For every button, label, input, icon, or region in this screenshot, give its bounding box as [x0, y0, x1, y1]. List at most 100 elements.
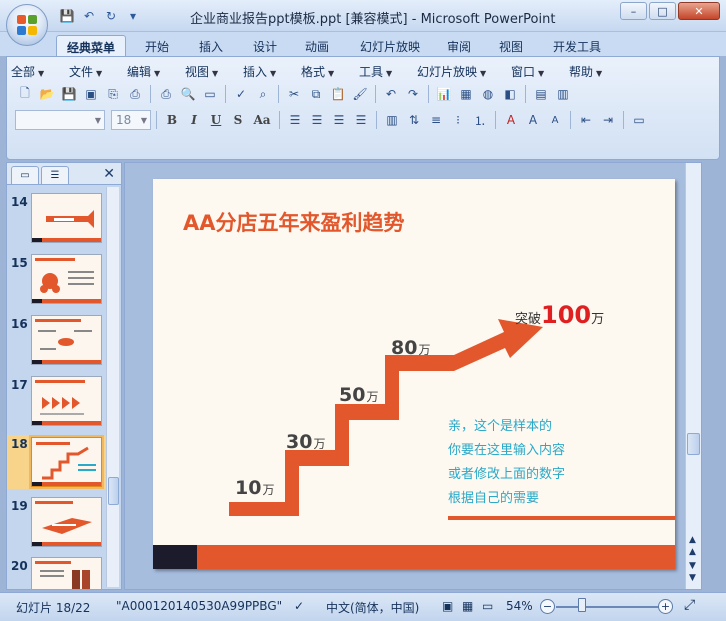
scrollbar-thumb[interactable] [687, 433, 700, 455]
attach-icon[interactable]: ⎙ [125, 84, 145, 104]
slide-thumbnail[interactable]: 16 [7, 315, 107, 371]
spelling-icon[interactable]: ✓ [231, 84, 251, 104]
text-direction-icon[interactable]: ⇅ [404, 110, 424, 130]
print-icon[interactable]: ⎙ [156, 84, 176, 104]
save-icon[interactable]: 💾 [58, 7, 76, 25]
tab-insert[interactable]: 插入 [190, 35, 232, 56]
slide-thumbnail[interactable]: 20 [7, 557, 107, 589]
font-color-icon[interactable]: A [501, 110, 521, 130]
table-icon[interactable]: ▦ [456, 84, 476, 104]
tab-developer[interactable]: 开发工具 [544, 35, 610, 56]
tab-slides[interactable]: ▭ [11, 166, 39, 184]
previous-slide-icon[interactable]: ▲ [689, 535, 696, 545]
redo-icon[interactable]: ↷ [403, 84, 423, 104]
slide-sorter-icon[interactable]: ▦ [462, 599, 473, 613]
new-slide-icon[interactable]: ▤ [531, 84, 551, 104]
scrollbar-thumb[interactable] [108, 477, 119, 505]
print-preview-icon[interactable]: 🔍 [178, 84, 198, 104]
menu-slideshow[interactable]: 幻灯片放映 ▼ [417, 63, 511, 81]
slide-thumbnail[interactable]: 19 [7, 497, 107, 553]
grow-font-icon[interactable]: A [523, 110, 543, 130]
shrink-font-icon[interactable]: A [545, 110, 565, 130]
next-slide-icon[interactable]: ▼ [689, 561, 696, 571]
restore-button[interactable]: □ [649, 2, 676, 20]
columns-icon[interactable]: ▥ [382, 110, 402, 130]
sample-text-line[interactable]: 你要在这里输入内容 [448, 439, 565, 458]
staircase-arrow-graphic[interactable] [153, 179, 675, 569]
tab-animation[interactable]: 动画 [296, 35, 338, 56]
sample-text-line[interactable]: 亲，这个是样本的 [448, 415, 552, 434]
italic-button[interactable]: I [184, 110, 204, 130]
redo-icon[interactable]: ↻ [102, 7, 120, 25]
design-icon[interactable]: ▭ [629, 110, 649, 130]
tab-outline[interactable]: ☰ [41, 166, 69, 184]
increase-indent-icon[interactable]: ⇥ [598, 110, 618, 130]
tab-home[interactable]: 开始 [136, 35, 178, 56]
menu-edit[interactable]: 编辑 ▼ [127, 63, 185, 81]
zoom-out-button[interactable]: − [540, 599, 555, 614]
change-case-button[interactable]: Aa [250, 110, 274, 130]
office-button[interactable] [6, 4, 48, 46]
align-right-icon[interactable]: ☰ [329, 110, 349, 130]
color-grayscale-icon[interactable]: ◧ [500, 84, 520, 104]
menu-insert[interactable]: 插入 ▼ [243, 63, 301, 81]
menu-tools[interactable]: 工具 ▼ [359, 63, 417, 81]
sample-text-line[interactable]: 根据自己的需要 [448, 487, 539, 506]
menu-help[interactable]: 帮助 ▼ [569, 63, 627, 81]
menu-file[interactable]: 文件 ▼ [69, 63, 127, 81]
slide-layout-icon[interactable]: ▥ [553, 84, 573, 104]
font-name-combo[interactable]: ▼ [15, 110, 105, 130]
save-icon[interactable]: 💾 [59, 84, 79, 104]
align-left-icon[interactable]: ☰ [285, 110, 305, 130]
justify-icon[interactable]: ☰ [351, 110, 371, 130]
zoom-level[interactable]: 54% [506, 599, 533, 613]
sample-text-line[interactable]: 或者修改上面的数字 [448, 463, 565, 482]
zoom-in-button[interactable]: + [658, 599, 673, 614]
slideshow-view-icon[interactable]: ▭ [482, 599, 493, 613]
slide-thumbnail[interactable]: 17 [7, 376, 107, 432]
new-file-icon[interactable]: 🗋 [15, 84, 35, 104]
font-size-combo[interactable]: 18 ▼ [111, 110, 151, 130]
customize-qat-icon[interactable]: ▾ [124, 7, 142, 25]
bullets-icon[interactable]: ⁝ [448, 110, 468, 130]
current-slide[interactable]: AA分店五年来盈利趋势 10万 30万 50万 80万 突破100万 亲，这个是… [153, 179, 675, 569]
slide-thumbnail-selected[interactable]: 18 [7, 435, 107, 489]
format-painter-icon[interactable]: 🖌 [350, 84, 370, 104]
line-spacing-icon[interactable]: ≡ [426, 110, 446, 130]
globe-icon[interactable]: ◍ [478, 84, 498, 104]
next-slide-icon-2[interactable]: ▼ [689, 573, 696, 583]
menu-view[interactable]: 视图 ▼ [185, 63, 243, 81]
paste-icon[interactable]: 📋 [328, 84, 348, 104]
fit-to-window-icon[interactable]: ⤢ [684, 597, 695, 613]
underline-button[interactable]: U [206, 110, 226, 130]
minimize-button[interactable]: – [620, 2, 647, 20]
numbering-icon[interactable]: ⒈ [470, 110, 490, 130]
undo-icon[interactable]: ↶ [80, 7, 98, 25]
chart-icon[interactable]: 📊 [434, 84, 454, 104]
copy-icon[interactable]: ⧉ [306, 84, 326, 104]
previous-slide-icon-2[interactable]: ▲ [689, 547, 696, 557]
zoom-slider[interactable] [556, 606, 660, 608]
save-as-pdf-icon[interactable]: ⎘ [103, 84, 123, 104]
vertical-scrollbar[interactable]: ▲ ▲ ▼ ▼ [685, 163, 701, 589]
align-center-icon[interactable]: ☰ [307, 110, 327, 130]
slides-panel-scrollbar[interactable] [106, 187, 119, 587]
slide-thumbnail[interactable]: 14 [7, 193, 107, 249]
close-icon[interactable]: ✕ [103, 166, 115, 182]
menu-all[interactable]: 全部 ▼ [11, 63, 69, 81]
shadow-button[interactable]: S [228, 110, 248, 130]
spell-check-icon[interactable]: ✓ [294, 599, 304, 613]
close-button[interactable]: ✕ [678, 2, 720, 20]
normal-view-icon[interactable]: ▣ [442, 599, 453, 613]
language-indicator[interactable]: 中文(简体，中国) [326, 599, 419, 616]
slide-thumbnail[interactable]: 15 [7, 254, 107, 310]
open-folder-icon[interactable]: 📂 [37, 84, 57, 104]
cut-icon[interactable]: ✂ [284, 84, 304, 104]
page-icon[interactable]: ▭ [200, 84, 220, 104]
tab-design[interactable]: 设计 [244, 35, 286, 56]
permission-icon[interactable]: ▣ [81, 84, 101, 104]
bold-button[interactable]: B [162, 110, 182, 130]
tab-review[interactable]: 审阅 [438, 35, 480, 56]
research-icon[interactable]: ⌕ [253, 84, 273, 104]
menu-window[interactable]: 窗口 ▼ [511, 63, 569, 81]
